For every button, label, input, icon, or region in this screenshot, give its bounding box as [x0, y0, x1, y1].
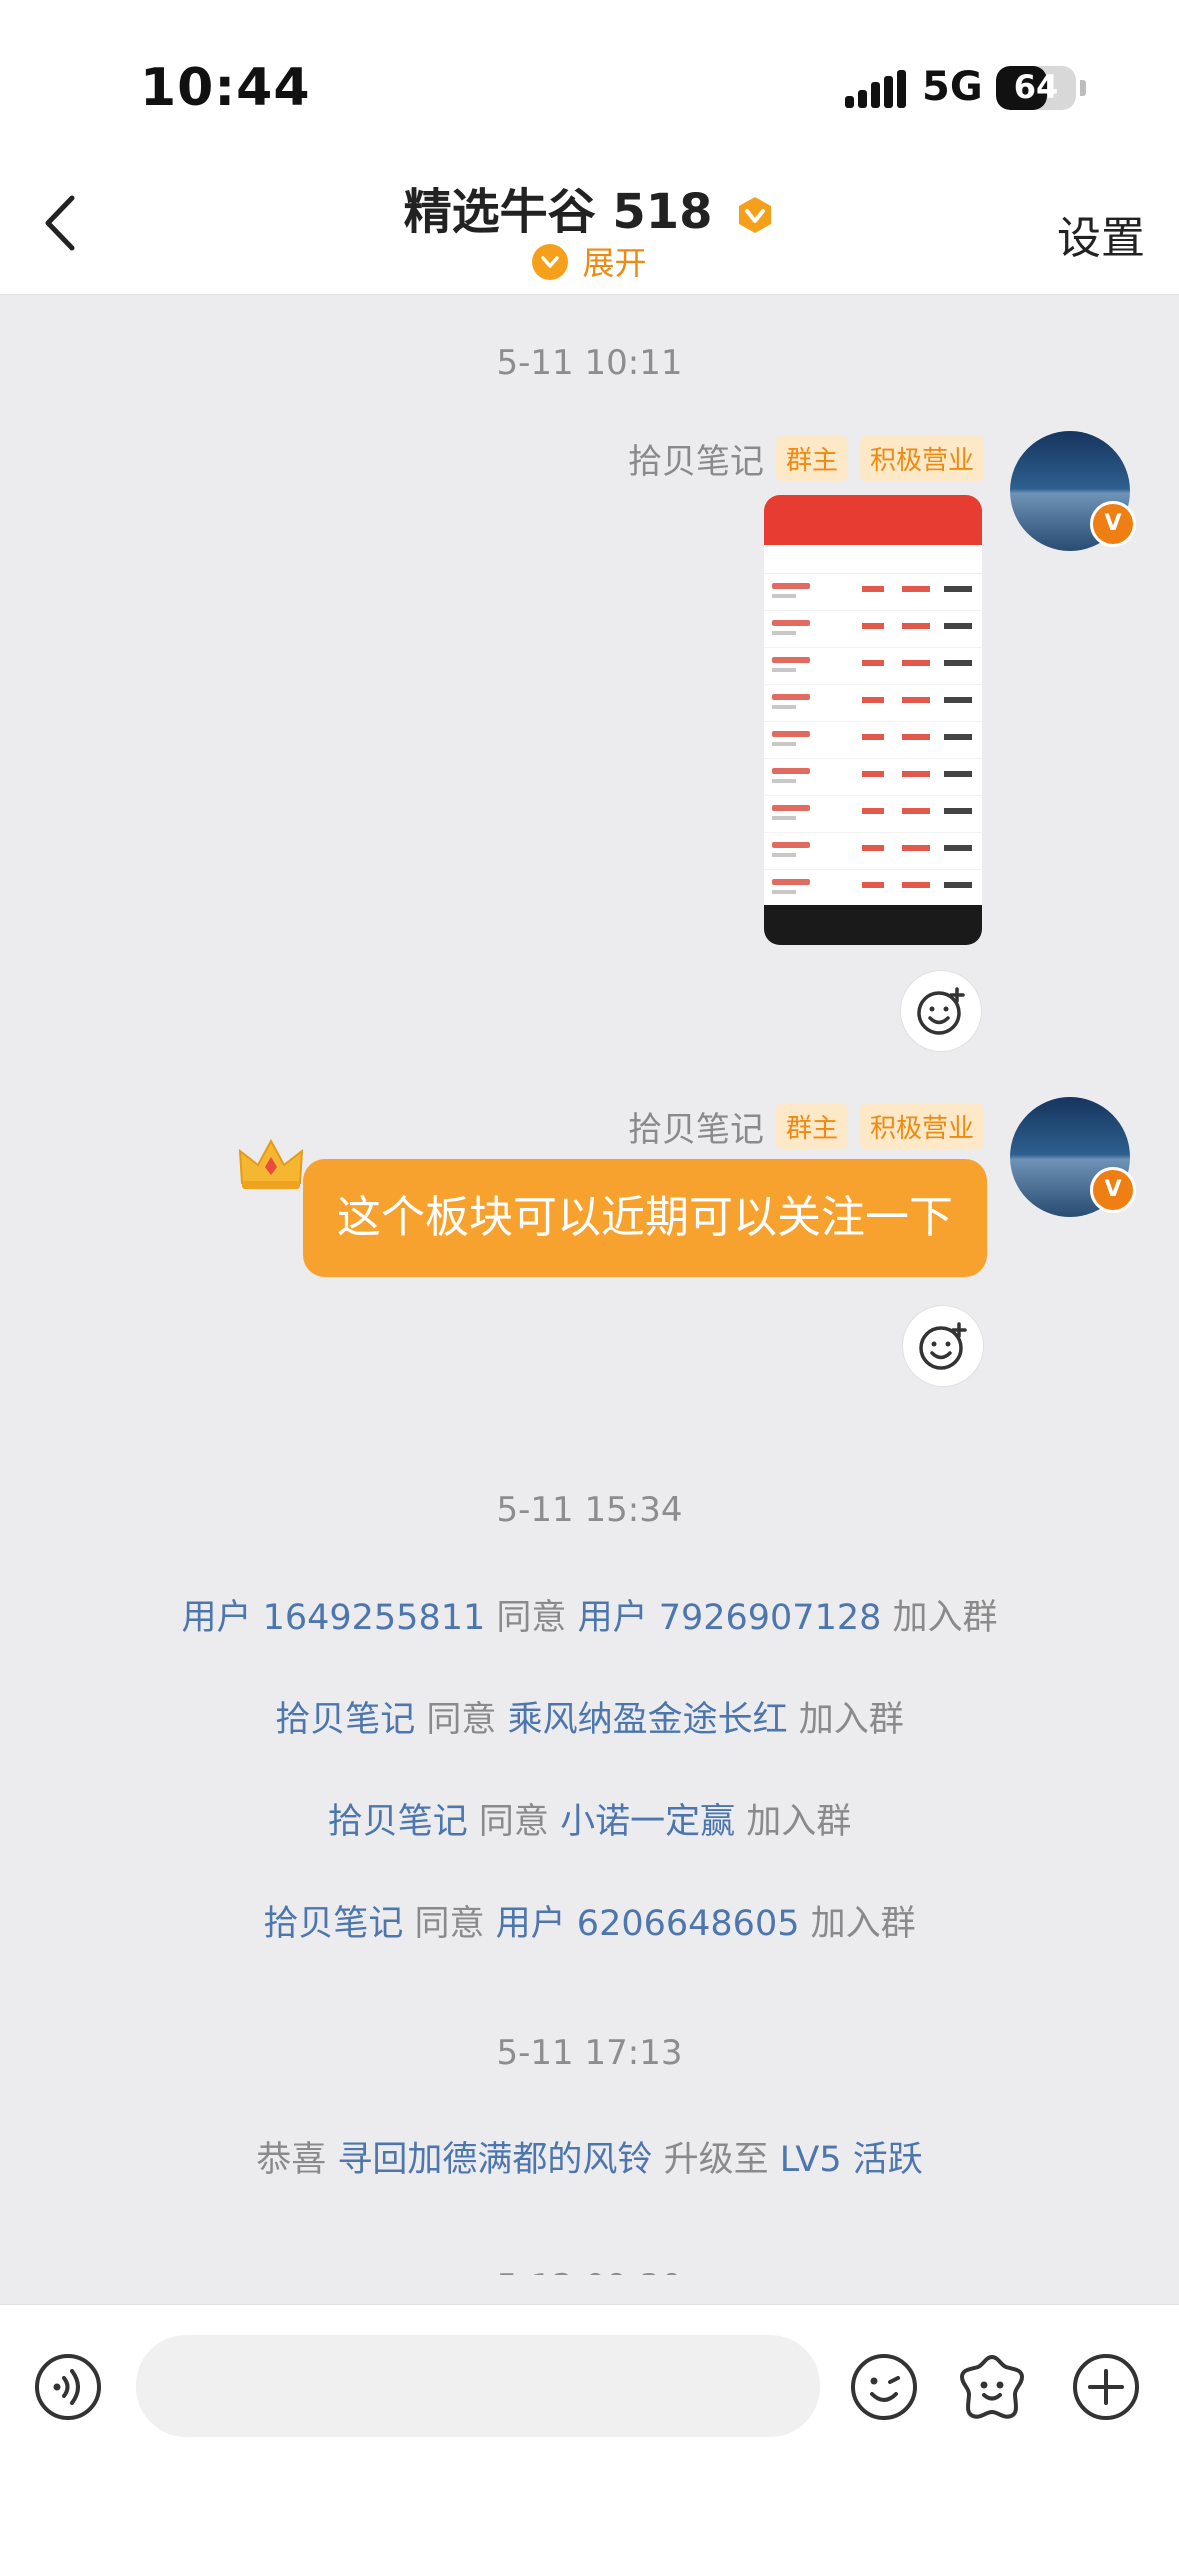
network-type: 5G — [922, 64, 983, 110]
avatar[interactable]: V — [1010, 431, 1136, 551]
message-timestamp: 5-11 10:11 — [496, 343, 683, 383]
level-up-user[interactable]: 寻回加德满都的风铃 — [337, 2140, 652, 2180]
status-bar: 10:44 5G 64 — [0, 0, 1179, 160]
image-message[interactable] — [764, 495, 982, 945]
notice-target[interactable]: 乘风纳盈金途长红 — [508, 1700, 788, 1740]
role-tag: 群主 — [775, 435, 848, 481]
crown-icon — [238, 1138, 304, 1189]
sticker-icon[interactable] — [956, 2351, 1028, 2423]
battery-icon: 64 — [996, 66, 1076, 110]
vip-badge-icon — [739, 197, 772, 233]
signal-icon — [845, 70, 906, 108]
emoji-add-icon[interactable] — [902, 1305, 984, 1387]
notice-actor[interactable]: 拾贝笔记 — [328, 1802, 468, 1842]
verified-badge-icon: V — [1090, 501, 1136, 547]
system-notice: 拾贝笔记 同意 小诺一定赢 加入群 — [327, 1802, 852, 1842]
expand-toggle[interactable]: 展开 — [0, 238, 1179, 284]
message-timestamp: 5-12 09:30 — [0, 2267, 1179, 2275]
sender-info: 拾贝笔记 群主 积极营业 — [628, 1102, 984, 1151]
settings-button[interactable]: 设置 — [1057, 202, 1145, 266]
sender-name[interactable]: 拾贝笔记 — [628, 1102, 764, 1151]
emoji-add-icon[interactable] — [900, 970, 982, 1052]
avatar[interactable]: V — [1010, 1097, 1136, 1217]
level-up-notice: 恭喜 寻回加德满都的风铃 升级至 LV5 活跃 — [256, 2140, 923, 2180]
system-notice: 拾贝笔记 同意 乘风纳盈金途长红 加入群 — [275, 1700, 904, 1740]
notice-target[interactable]: 小诺一定赢 — [560, 1802, 735, 1842]
notice-actor[interactable]: 拾贝笔记 — [275, 1700, 415, 1740]
role-tag: 群主 — [775, 1103, 848, 1149]
status-tag: 积极营业 — [859, 1103, 984, 1149]
message-timestamp: 5-11 17:13 — [496, 2033, 683, 2073]
system-notice: 拾贝笔记 同意 用户 6206648605 加入群 — [263, 1904, 916, 1944]
notice-actor[interactable]: 拾贝笔记 — [263, 1904, 403, 1944]
sender-name[interactable]: 拾贝笔记 — [628, 434, 764, 483]
verified-badge-icon: V — [1090, 1167, 1136, 1213]
emoji-icon[interactable] — [848, 2351, 920, 2423]
battery-level: 64 — [1013, 68, 1059, 106]
group-title-row: 精选牛谷 518 — [0, 172, 1179, 242]
notice-target[interactable]: 用户 7926907128 — [578, 1598, 882, 1638]
status-tag: 积极营业 — [859, 435, 984, 481]
notice-actor[interactable]: 用户 1649255811 — [181, 1598, 485, 1638]
message-input[interactable] — [136, 2335, 820, 2437]
chevron-down-icon — [532, 244, 569, 280]
sender-info: 拾贝笔记 群主 积极营业 — [628, 434, 984, 483]
status-time: 10:44 — [140, 58, 311, 118]
text-message-bubble[interactable]: 这个板块可以近期可以关注一下 — [303, 1159, 987, 1277]
plus-icon[interactable] — [1070, 2351, 1142, 2423]
expand-label: 展开 — [582, 244, 647, 282]
input-bar — [0, 2304, 1179, 2557]
voice-icon[interactable] — [32, 2351, 104, 2423]
battery-tip — [1080, 80, 1086, 96]
group-title: 精选牛谷 518 — [403, 184, 713, 240]
notice-target[interactable]: 用户 6206648605 — [496, 1904, 800, 1944]
level-badge: LV5 活跃 — [779, 2140, 923, 2180]
chat-header: 精选牛谷 518 展开 设置 — [0, 160, 1179, 295]
chat-area[interactable]: 5-11 10:11 拾贝笔记 群主 积极营业 V 拾贝笔记 群主 积极营业 V… — [0, 295, 1179, 2275]
message-timestamp: 5-11 15:34 — [496, 1490, 683, 1530]
system-notice: 用户 1649255811 同意 用户 7926907128 加入群 — [181, 1598, 998, 1638]
